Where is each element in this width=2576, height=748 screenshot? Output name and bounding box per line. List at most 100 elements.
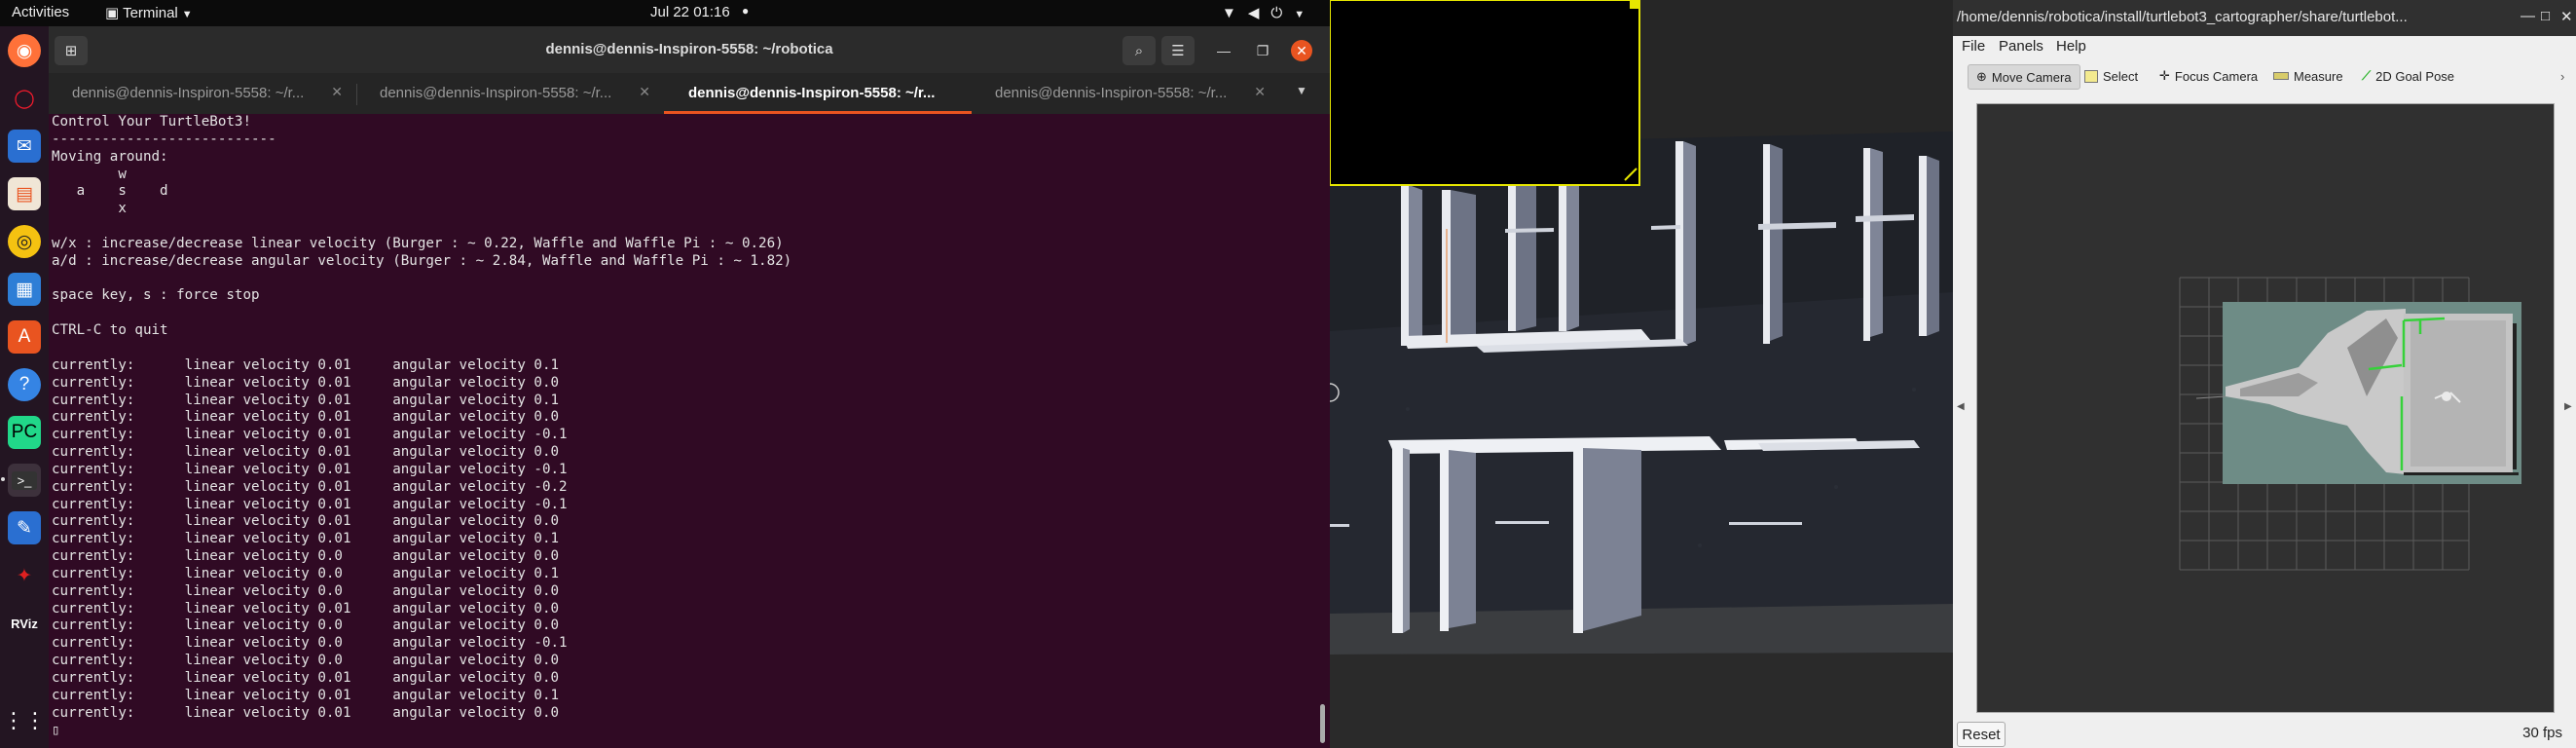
terminal-line: currently: linear velocity 0.01 angular … [52, 687, 560, 703]
rviz-3d-view[interactable] [1976, 103, 2555, 713]
terminal-line: currently: linear velocity 0.0 angular v… [52, 565, 560, 581]
software-icon[interactable]: A [8, 320, 41, 354]
rviz-window-title: /home/dennis/robotica/install/turtlebot3… [1957, 9, 2408, 25]
terminal-line: currently: linear velocity 0.0 angular v… [52, 548, 560, 565]
tab-2[interactable]: dennis@dennis-Inspiron-5558: ~/r... ✕ [356, 73, 664, 114]
focus-camera-tool[interactable]: ✛ Focus Camera [2159, 64, 2258, 88]
tab-1[interactable]: dennis@dennis-Inspiron-5558: ~/r... ✕ [49, 73, 356, 114]
terminal-line: a s d [52, 183, 168, 200]
terminal-line: currently: linear velocity 0.01 angular … [52, 670, 560, 686]
terminal-line: currently: linear velocity 0.01 angular … [52, 513, 560, 530]
tab-3-active[interactable]: dennis@dennis-Inspiron-5558: ~/r... [664, 73, 972, 114]
right-panel-collapse-icon[interactable]: ▶ [2564, 401, 2572, 412]
close-overlay-icon[interactable] [1630, 0, 1638, 9]
app-menu-label: Terminal [123, 5, 178, 21]
focus-camera-icon: ✛ [2159, 68, 2170, 83]
ruler-icon [2273, 72, 2289, 80]
power-icon: ⏻ [1270, 5, 1295, 21]
terminal-window: ⊞ dennis@dennis-Inspiron-5558: ~/robotic… [49, 26, 1330, 748]
goal-pose-tool[interactable]: ⟋ 2D Goal Pose [2362, 64, 2454, 88]
camera-overlay-panel[interactable] [1330, 0, 1640, 186]
move-camera-icon: ⊕ [1976, 69, 1987, 84]
menu-arrow-icon: ▼ [1294, 9, 1317, 20]
help-icon[interactable]: ? [8, 368, 41, 401]
fps-counter: 30 fps [2522, 725, 2562, 741]
tab-4[interactable]: dennis@dennis-Inspiron-5558: ~/r... ✕ [972, 73, 1279, 114]
search-icon[interactable]: ⌕ [1122, 36, 1156, 65]
left-panel-collapse-icon[interactable]: ◀ [1957, 401, 1965, 412]
measure-label: Measure [2294, 68, 2343, 84]
notification-dot-icon: ● [742, 4, 750, 18]
text-editor-icon[interactable]: ✎ [8, 511, 41, 544]
terminal-line: CTRL-C to quit [52, 322, 168, 339]
select-icon [2084, 69, 2098, 83]
terminal-line: currently: linear velocity 0.0 angular v… [52, 635, 568, 652]
terminal-line: currently: linear velocity 0.01 angular … [52, 600, 560, 617]
writer-icon[interactable]: ▦ [8, 273, 41, 306]
toolbar-overflow-icon[interactable]: › [2560, 64, 2564, 88]
tab-label: dennis@dennis-Inspiron-5558: ~/r... [688, 85, 936, 101]
terminal-line: w [52, 166, 127, 182]
terminal-line: w/x : increase/decrease linear velocity … [52, 235, 784, 251]
tab-list-dropdown-icon[interactable]: ▼ [1296, 84, 1307, 97]
close-tab-icon[interactable]: ✕ [639, 84, 650, 100]
close-tab-icon[interactable]: ✕ [331, 84, 343, 100]
terminal-line: Moving around: [52, 148, 168, 165]
tab-label: dennis@dennis-Inspiron-5558: ~/r... [72, 85, 305, 101]
terminal-line: a/d : increase/decrease angular velocity… [52, 252, 792, 269]
move-camera-label: Move Camera [1991, 69, 2072, 85]
minimize-button[interactable]: — [2521, 8, 2535, 24]
terminal-line: currently: linear velocity 0.01 angular … [52, 356, 560, 373]
app-menu[interactable]: ▣ Terminal ▼ [105, 4, 193, 21]
terminal-cursor[interactable]: ▯ [52, 723, 1317, 740]
terminal-line: currently: linear velocity 0.01 angular … [52, 478, 568, 495]
app-grid-icon[interactable]: ⋮⋮ [3, 704, 46, 737]
running-indicator [1, 477, 5, 481]
rhythmbox-icon[interactable]: ◎ [8, 225, 41, 258]
menu-file[interactable]: File [1962, 38, 1985, 55]
terminal-icon[interactable]: >_ [1, 464, 41, 497]
maximize-button[interactable]: □ [2541, 8, 2550, 24]
pycharm-icon[interactable]: PC [8, 416, 41, 449]
terminal-line: currently: linear velocity 0.01 angular … [52, 392, 560, 408]
reset-button[interactable]: Reset [1957, 722, 2006, 747]
minimize-button[interactable]: — [1213, 40, 1234, 61]
close-button[interactable]: ✕ [1291, 40, 1312, 61]
menu-help[interactable]: Help [2056, 38, 2086, 55]
close-button[interactable]: ✕ [2560, 8, 2573, 25]
rviz-icon[interactable]: RViz [8, 607, 41, 640]
terminal-app-icon: ▣ [105, 5, 124, 21]
hamburger-menu-icon[interactable]: ☰ [1161, 36, 1195, 65]
terminal-line: currently: linear velocity 0.01 angular … [52, 704, 560, 721]
select-label: Select [2103, 68, 2139, 84]
gazebo-scene [1330, 0, 1953, 748]
focus-camera-label: Focus Camera [2174, 68, 2259, 84]
system-tray[interactable]: ▼◀⏻▼ [1222, 4, 1316, 21]
gazebo-icon[interactable]: ✦ [8, 559, 41, 592]
thunderbird-icon[interactable]: ✉ [8, 130, 41, 163]
move-camera-tool[interactable]: ⊕ Move Camera [1968, 64, 2080, 90]
activities-button[interactable]: Activities [12, 4, 69, 20]
terminal-scrollbar[interactable] [1320, 704, 1325, 743]
firefox-icon[interactable]: ◉ [8, 34, 41, 67]
rviz-title-bar: /home/dennis/robotica/install/turtlebot3… [1953, 0, 2576, 36]
close-tab-icon[interactable]: ✕ [1254, 84, 1266, 100]
terminal-line: space key, s : force stop [52, 287, 260, 304]
opera-icon[interactable]: ◯ [8, 82, 41, 115]
terminal-line: currently: linear velocity 0.01 angular … [52, 427, 568, 443]
tab-bar: dennis@dennis-Inspiron-5558: ~/r... ✕ de… [49, 73, 1330, 114]
maximize-button[interactable]: ❐ [1252, 40, 1273, 61]
terminal-line: currently: linear velocity 0.01 angular … [52, 531, 560, 547]
terminal-header-bar: ⊞ dennis@dennis-Inspiron-5558: ~/robotic… [49, 26, 1330, 73]
terminal-output[interactable]: Control Your TurtleBot3! ----------------… [49, 114, 1317, 748]
files-icon[interactable]: ▤ [8, 177, 41, 210]
occupancy-map [1977, 104, 2554, 712]
menu-panels[interactable]: Panels [1999, 38, 2043, 55]
clock[interactable]: Jul 22 01:16 [650, 4, 730, 20]
terminal-line: x [52, 201, 127, 217]
select-tool[interactable]: Select [2084, 64, 2138, 88]
gazebo-3d-view[interactable] [1330, 0, 1953, 748]
measure-tool[interactable]: Measure [2273, 64, 2343, 88]
chevron-down-icon: ▼ [181, 9, 193, 20]
